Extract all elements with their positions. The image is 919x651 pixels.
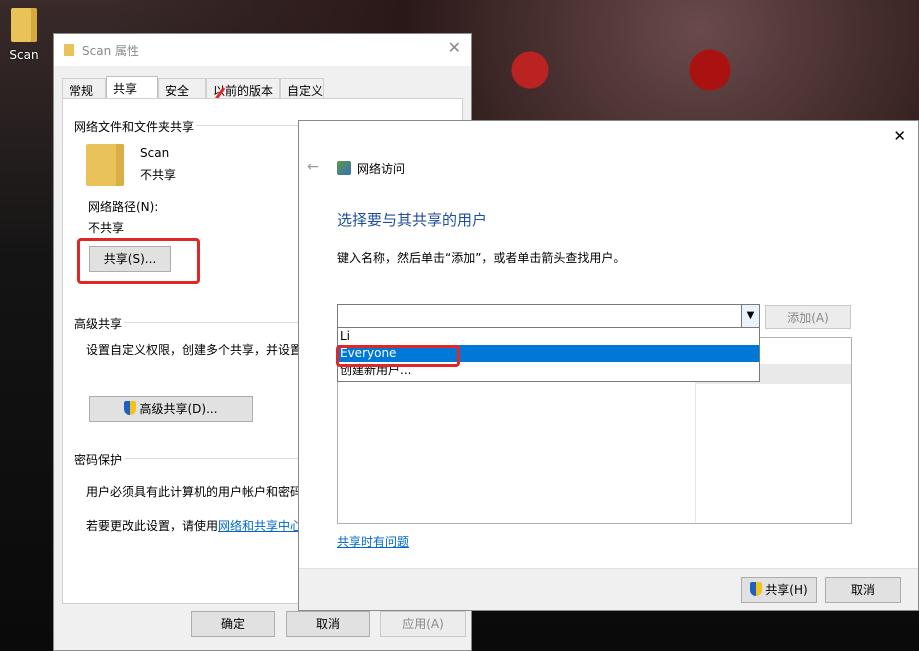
tab-general[interactable]: 常规 <box>62 78 106 98</box>
sharing-status: 不共享 <box>140 168 177 182</box>
back-arrow-icon[interactable]: ← <box>307 159 319 175</box>
window-title: Scan 属性 <box>82 44 139 58</box>
network-sharing-center-link[interactable]: 网络和共享中心 <box>218 519 302 533</box>
folder-icon <box>64 44 74 56</box>
close-icon[interactable]: ✕ <box>448 38 461 57</box>
advanced-sharing-button[interactable]: 高级共享(D)... <box>89 396 253 422</box>
folder-name: Scan <box>140 146 170 160</box>
password-change-prefix: 若要更改此设置，请使用 <box>86 519 219 533</box>
properties-titlebar: Scan 属性 ✕ <box>54 34 471 66</box>
dialog-instruction: 键入名称，然后单击“添加”，或者单击箭头查找用户。 <box>337 251 626 265</box>
share-button[interactable]: 共享(H) <box>741 577 817 603</box>
tab-customize[interactable]: 自定义 <box>280 78 324 98</box>
shield-icon <box>124 401 137 415</box>
advanced-sharing-label: 高级共享(D)... <box>139 402 218 416</box>
cancel-button[interactable]: 取消 <box>286 611 370 637</box>
network-access-dialog: ← 网络访问 ✕ 选择要与其共享的用户 键入名称，然后单击“添加”，或者单击箭头… <box>298 120 919 611</box>
password-change-text: 若要更改此设置，请使用网络和共享中心 <box>86 517 302 534</box>
tab-sharing[interactable]: 共享 <box>106 76 158 99</box>
group-heading: 高级共享 <box>72 315 125 332</box>
group-heading: 网络文件和文件夹共享 <box>72 118 197 135</box>
network-users-icon <box>337 161 351 175</box>
dialog-footer: 共享(H) 取消 <box>299 568 918 610</box>
network-path-value: 不共享 <box>88 221 125 235</box>
desktop-icon-label: Scan <box>9 48 39 62</box>
close-icon[interactable]: ✕ <box>893 127 906 145</box>
dialog-title: 网络访问 <box>357 162 406 176</box>
annotation-highlight <box>77 238 200 284</box>
add-button-label: 添加(A) <box>787 311 829 325</box>
shield-icon <box>750 582 763 596</box>
dialog-heading: 选择要与其共享的用户 <box>337 211 488 229</box>
sharing-help-link[interactable]: 共享时有问题 <box>337 533 409 550</box>
network-path-label: 网络路径(N): <box>88 200 159 214</box>
group-heading: 密码保护 <box>72 451 125 468</box>
apply-button[interactable]: 应用(A) <box>380 611 466 637</box>
password-description: 用户必须具有此计算机的用户帐户和密码 <box>86 485 303 499</box>
annotation-highlight <box>336 345 460 367</box>
ok-button[interactable]: 确定 <box>191 611 275 637</box>
user-name-combobox[interactable]: ▼ <box>337 304 760 328</box>
desktop-icon-scan[interactable]: Scan <box>0 4 48 62</box>
share-button-label: 共享(H) <box>765 583 808 597</box>
cancel-button[interactable]: 取消 <box>825 577 901 603</box>
add-button[interactable]: 添加(A) <box>765 305 851 329</box>
folder-icon <box>11 8 37 42</box>
dropdown-option[interactable]: Li <box>338 328 759 345</box>
folder-icon <box>86 144 124 186</box>
chevron-down-icon[interactable]: ▼ <box>741 305 759 327</box>
advanced-description: 设置自定义权限，创建多个共享，并设置 <box>86 343 303 357</box>
